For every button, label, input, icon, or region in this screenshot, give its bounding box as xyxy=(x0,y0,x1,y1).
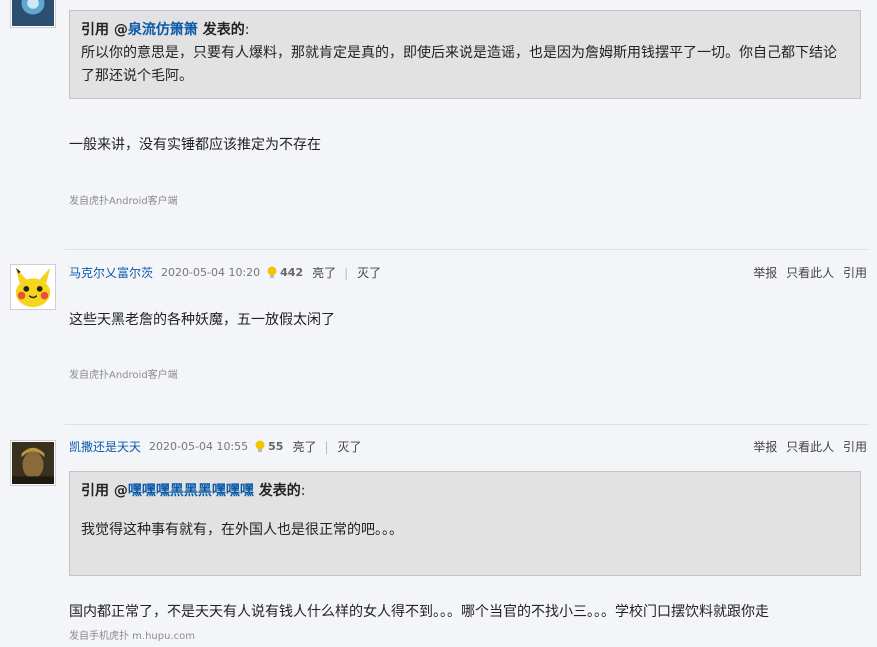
quoted-user-link[interactable]: 嘿嘿嘿黑黑黑嘿嘿嘿 xyxy=(128,483,254,499)
quote-suffix: 发表的 xyxy=(253,483,301,499)
only-this-user-link[interactable]: 只看此人 xyxy=(786,266,834,280)
quote-colon: : xyxy=(244,22,250,38)
separator: | xyxy=(344,265,349,280)
post-actions: 举报 只看此人 引用 xyxy=(748,264,867,281)
lightbulb-icon xyxy=(254,440,266,454)
post-actions: 举报 只看此人 引用 xyxy=(748,438,867,455)
post-body: 国内都正常了，不是天天有人说有钱人什么样的女人得不到。。。哪个当官的不找小三。。… xyxy=(69,604,769,620)
post-divider xyxy=(65,249,869,250)
avatar[interactable] xyxy=(10,264,56,310)
post-date: 2020-05-04 10:55 xyxy=(149,440,249,453)
light-button[interactable]: 亮了 xyxy=(312,264,336,281)
lightbulb-icon xyxy=(266,266,278,280)
light-count: 442 xyxy=(280,266,304,279)
quote-block: 引用 @泉流仿箫箫 发表的: 所以你的意思是，只要有人爆料，那就肯定是真的，即使… xyxy=(69,10,861,99)
dislike-button[interactable]: 灭了 xyxy=(338,438,362,455)
post-meta: 马克尔乂富尔茨 2020-05-04 10:20 442 亮了 | 灭了 xyxy=(69,264,381,281)
only-this-user-link[interactable]: 只看此人 xyxy=(786,440,834,454)
light-count: 55 xyxy=(268,440,284,453)
post-body: 这些天黑老詹的各种妖魔，五一放假太闲了 xyxy=(69,312,335,328)
post-meta: 凯撒还是天天 2020-05-04 10:55 55 亮了 | 灭了 xyxy=(69,438,362,455)
post-body: 一般来讲，没有实锤都应该推定为不存在 xyxy=(69,137,321,153)
quote-block: 引用 @嘿嘿嘿黑黑黑嘿嘿嘿 发表的: 我觉得这种事有就有，在外国人也是很正常的吧… xyxy=(69,471,861,576)
dislike-button[interactable]: 灭了 xyxy=(357,264,381,281)
quoted-user-link[interactable]: 泉流仿箫箫 xyxy=(128,22,198,38)
post-source[interactable]: 发自手机虎扑 m.hupu.com xyxy=(69,627,195,642)
post-divider xyxy=(65,424,869,425)
quote-link[interactable]: 引用 xyxy=(843,266,867,280)
quote-prefix: 引用 @ xyxy=(81,22,128,38)
quote-prefix: 引用 @ xyxy=(81,483,128,499)
username-link[interactable]: 凯撒还是天天 xyxy=(69,438,141,455)
avatar[interactable] xyxy=(10,0,56,28)
quote-text: 所以你的意思是，只要有人爆料，那就肯定是真的，即使后来说是造谣，也是因为詹姆斯用… xyxy=(81,45,837,84)
quote-link[interactable]: 引用 xyxy=(843,440,867,454)
username-link[interactable]: 马克尔乂富尔茨 xyxy=(69,264,153,281)
post-source[interactable]: 发自虎扑Android客户端 xyxy=(69,366,178,381)
light-button[interactable]: 亮了 xyxy=(292,438,316,455)
separator: | xyxy=(324,439,329,454)
report-link[interactable]: 举报 xyxy=(753,266,777,280)
report-link[interactable]: 举报 xyxy=(753,440,777,454)
post-source[interactable]: 发自虎扑Android客户端 xyxy=(69,192,178,207)
quote-suffix: 发表的 xyxy=(197,22,245,38)
quote-text: 我觉得这种事有就有，在外国人也是很正常的吧。。。 xyxy=(81,522,403,538)
quote-colon: : xyxy=(300,483,306,499)
avatar[interactable] xyxy=(10,440,56,486)
post-date: 2020-05-04 10:20 xyxy=(161,266,261,279)
